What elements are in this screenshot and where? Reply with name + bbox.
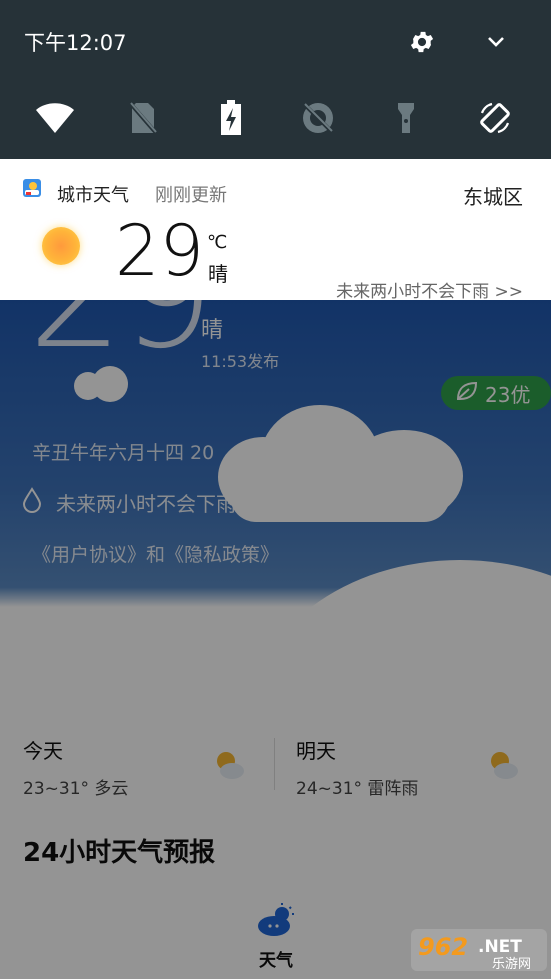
notification-condition: 晴 [208, 262, 228, 286]
svg-text:962: 962 [418, 933, 468, 961]
publish-time: 11:53发布 [201, 352, 280, 371]
weather-notification[interactable]: 城市天气 刚刚更新 东城区 29 ℃ 晴 未来两小时不会下雨 >> [0, 159, 551, 302]
today-label: 今天 [23, 739, 63, 763]
auto-rotate-icon[interactable] [475, 98, 515, 138]
city-weather-app-icon [23, 179, 41, 197]
weather-condition: 晴 [201, 318, 224, 343]
wifi-icon[interactable] [35, 98, 75, 138]
site-watermark-logo: 962 .NET 乐游网 [410, 928, 548, 972]
notification-app-name: 城市天气 [57, 185, 129, 206]
flashlight-icon[interactable] [386, 98, 426, 138]
tomorrow-label: 明天 [296, 739, 336, 763]
svg-text:乐游网: 乐游网 [492, 957, 531, 972]
raindrop-icon [22, 487, 42, 518]
notification-updated: 刚刚更新 [155, 185, 227, 206]
tomorrow-detail: 24~31° 雷阵雨 [296, 779, 419, 799]
notification-location: 东城区 [463, 185, 523, 209]
partly-cloudy-icon [486, 748, 520, 782]
svg-text:.NET: .NET [478, 937, 522, 957]
partly-cloudy-icon [212, 748, 246, 782]
battery-charging-icon[interactable] [211, 98, 251, 138]
day-divider [274, 738, 275, 790]
settings-gear-icon[interactable] [408, 28, 436, 56]
today-detail: 23~31° 多云 [23, 779, 129, 799]
leaf-icon [455, 380, 479, 407]
notification-rain-forecast[interactable]: 未来两小时不会下雨 >> [336, 277, 523, 302]
aqi-badge[interactable]: 23优 [441, 376, 551, 410]
data-saver-icon[interactable] [298, 98, 338, 138]
tomorrow-forecast[interactable]: 明天 24~31° 雷阵雨 [296, 735, 418, 799]
no-sim-icon[interactable] [123, 98, 163, 138]
weather-tab-icon [250, 902, 302, 942]
notification-temperature: 29 [115, 210, 205, 292]
hourly-forecast-title: 24小时天气预报 [23, 838, 216, 868]
tab-weather[interactable]: 天气 [250, 902, 302, 971]
status-time: 下午12:07 [24, 31, 127, 55]
temperature-unit: ℃ [207, 232, 228, 253]
chevron-down-icon[interactable] [482, 28, 510, 56]
today-forecast[interactable]: 今天 23~31° 多云 [23, 735, 128, 799]
tab-weather-label: 天气 [259, 951, 293, 971]
quick-settings-panel: 下午12:07 [0, 0, 551, 159]
agreement-links[interactable]: 《用户协议》和《隐私政策》 [32, 540, 279, 567]
aqi-value: 23优 [485, 382, 531, 407]
lunar-date: 辛丑牛年六月十四 20 [32, 442, 215, 464]
sun-icon [42, 227, 80, 265]
